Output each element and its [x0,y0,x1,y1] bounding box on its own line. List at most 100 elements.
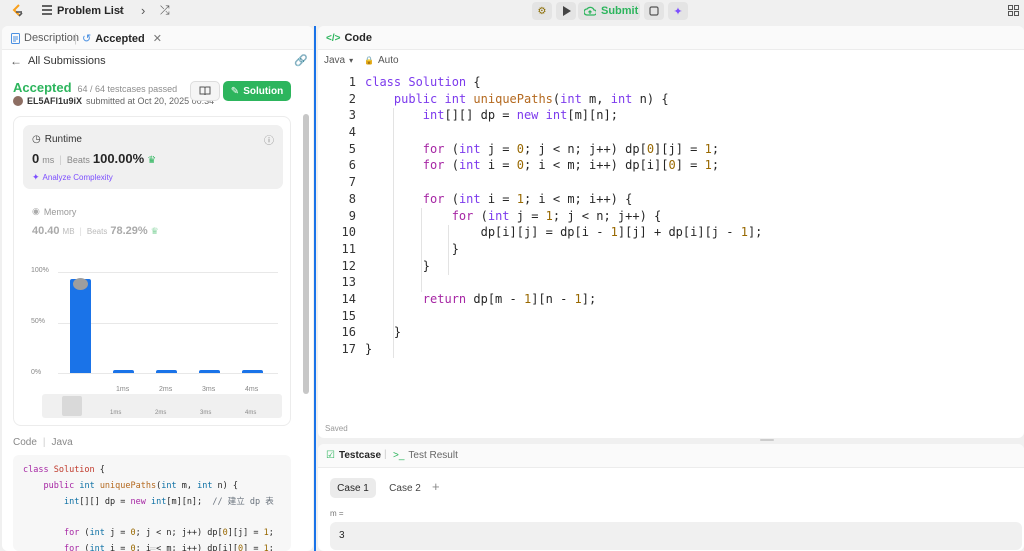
problem-list-icon[interactable] [41,4,53,19]
line-number: 6 [348,158,356,173]
x-tick-label: 2ms [159,386,173,393]
horizontal-resize-handle[interactable] [760,439,774,441]
username-link[interactable]: EL5AFl1u9iX [27,96,82,106]
code-line: return dp[m - 1][n - 1]; [422,291,597,306]
sparkle-icon: ✦ [32,172,40,182]
left-scrollbar[interactable] [303,114,309,394]
language-select[interactable]: Java ▾ [324,55,353,66]
left-panel: Description | ↺ Accepted ✕ ← All Submiss… [2,26,313,551]
runtime-values: 0 ms | Beats 100.00% ♛ [32,151,157,166]
code-line: dp[i][j] = dp[i - 1][j] + dp[i][j - 1]; [365,225,763,240]
code-line: int[][] dp = new int[m][n]; // 建立 dp 表 [63,496,274,507]
shuffle-icon[interactable]: ⤮ [160,3,170,18]
info-icon[interactable]: ⓘ [264,132,274,147]
memory-trophy-icon: ♛ [150,226,159,236]
arrow-left-icon: ← [10,54,22,68]
line-number: 7 [348,175,356,190]
line-number: 1 [348,75,356,89]
submit-button[interactable]: Submit [578,2,640,20]
next-problem-icon[interactable]: › [141,3,145,18]
runtime-box[interactable]: ◷ Runtime ⓘ 0 ms | Beats 100.00% ♛ ✦ Ana… [23,125,283,189]
runtime-header: ◷ Runtime [32,134,82,145]
chevron-down-icon: ▾ [349,56,354,65]
avatar[interactable] [13,96,23,106]
notes-icon[interactable] [644,2,664,20]
book-icon [199,86,211,96]
tab-test-result[interactable]: >_ Test Result [393,450,458,461]
var-input[interactable]: 3 [330,522,1022,550]
case-2-tab[interactable]: Case 2 [382,478,428,498]
tab-description[interactable]: Description [11,32,79,44]
line-number: 15 [341,308,356,323]
code-line: } [365,325,402,340]
testcase-header: ☑ Testcase | >_ Test Result [318,444,1024,468]
code-line: class Solution { [23,465,105,475]
line-number: 5 [348,141,356,156]
case-1-tab[interactable]: Case 1 [330,478,376,498]
memory-header[interactable]: ◉ Memory [32,206,76,217]
edit-icon: ✎ [230,85,240,97]
close-tab-icon[interactable]: ✕ [153,32,162,45]
code-line: for (int i = 0; i < m; i++) dp[i][0] = 1… [422,158,720,173]
code-line: class Solution { [365,75,481,89]
code-line: for (int j = 0; j < n; j++) dp[0][j] = 1… [422,141,720,156]
x-tick-label: 1ms [116,386,130,393]
resize-handle-icon[interactable]: ═ [150,544,156,551]
line-number: 16 [341,325,356,340]
solution-button[interactable]: ✎ Solution [223,81,291,101]
chart-bar[interactable] [113,370,134,373]
tab-testcase[interactable]: ☑ Testcase [326,450,381,461]
run-button[interactable] [556,2,576,20]
line-number-gutter: 1 2 3 4 5 6 7 8 9 10 11 12 13 14 15 16 17 [324,74,356,358]
memory-chip-icon: ◉ [32,206,40,216]
code-line: public int uniquePaths(int m, int n) { [393,91,669,106]
code-brackets-icon: </> [326,32,341,44]
add-case-button[interactable]: + [432,479,440,494]
x-tick-label: 4ms [245,386,259,393]
tab-code[interactable]: </> Code [326,32,372,44]
stats-card: ◷ Runtime ⓘ 0 ms | Beats 100.00% ♛ ✦ Ana… [13,116,291,426]
document-icon [11,32,20,44]
code-line: for (int i = 1; i < m; i++) { [422,191,633,206]
clock-icon: ◷ [32,134,41,145]
line-number: 14 [341,291,356,306]
leetcode-logo-icon[interactable] [10,3,26,19]
memory-values: 40.40 MB | Beats 78.29% ♛ [32,225,159,237]
range-selector[interactable]: 1ms 2ms 3ms 4ms [42,394,282,418]
layout-grid-icon[interactable] [1008,5,1019,19]
problem-list-link[interactable]: Problem List [57,5,124,17]
code-line: } [365,342,373,356]
code-editor[interactable]: class Solution { public int uniquePaths(… [365,74,1005,358]
testcase-panel: ☑ Testcase | >_ Test Result Case 1 Case … [318,444,1024,551]
link-icon[interactable]: 🔗 [294,54,308,67]
chart-bar[interactable] [70,279,91,373]
panel-resizer[interactable] [314,26,316,551]
ai-sparkle-icon[interactable]: ✦ [668,2,688,20]
range-handle[interactable] [62,396,82,416]
code-section-header: Code | Java [13,437,73,448]
line-number: 17 [341,342,356,356]
analyze-complexity-link[interactable]: ✦ Analyze Complexity [32,172,113,183]
editor-header: </> Code [318,26,1024,50]
code-line: } [365,258,431,273]
tab-accepted[interactable]: ↺ Accepted ✕ [82,32,162,46]
indent-guide [421,208,422,292]
chart-bar[interactable] [156,370,177,373]
history-icon: ↺ [82,33,92,45]
debug-icon[interactable]: ⚙ [532,2,552,20]
testcases-count: 64 / 64 testcases passed [77,84,178,94]
auto-mode[interactable]: 🔒 Auto [364,55,399,66]
chart-bar[interactable] [242,370,263,373]
all-submissions-link[interactable]: ← All Submissions [10,54,106,68]
prev-problem-icon[interactable]: ‹ [119,3,123,18]
editorial-button[interactable] [190,81,220,101]
status-row: Accepted 64 / 64 testcases passed [13,80,177,95]
code-line: int[][] dp = new int[m][n]; [422,108,618,123]
chart-bar[interactable] [199,370,220,373]
code-line: for (int j = 1; j < n; j++) { [451,208,662,223]
line-number: 12 [341,258,356,273]
lock-icon: 🔒 [364,56,374,65]
